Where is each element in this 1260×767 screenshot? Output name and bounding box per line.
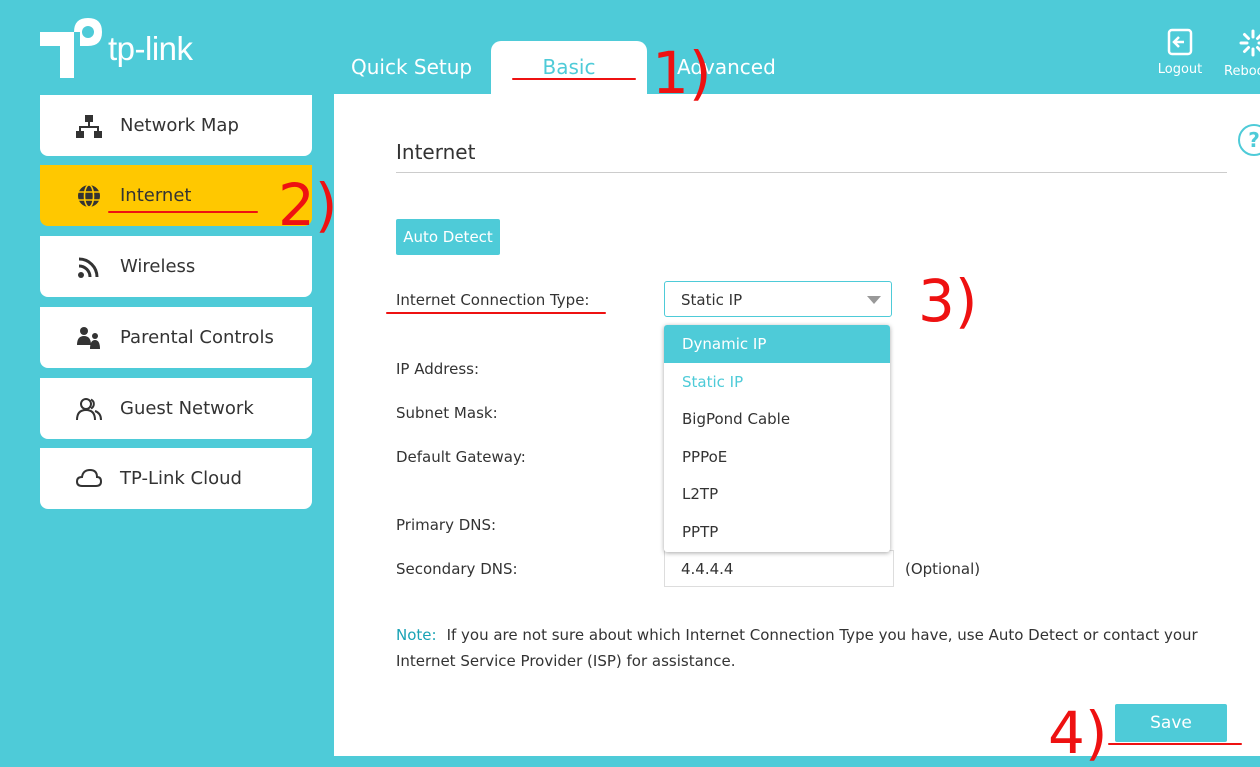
annotation-underline-connection-type [386,312,606,314]
note-label: Note: [396,626,437,644]
sidebar-item-tp-link-cloud[interactable]: TP-Link Cloud [40,448,312,509]
annotation-4: 4) [1048,704,1108,762]
sidebar-item-label: Internet [120,165,191,226]
primary-dns-label: Primary DNS: [396,516,496,534]
reboot-button[interactable]: Reboot [1224,28,1260,79]
sidebar-item-label: Guest Network [120,378,254,439]
tab-quick-setup[interactable]: Quick Setup [351,41,472,94]
sidebar-item-network-map[interactable]: Network Map [40,95,312,156]
main-content: ? Internet Auto Detect Internet Connecti… [334,94,1260,756]
sidebar-item-guest-network[interactable]: Guest Network [40,378,312,439]
annotation-underline-internet [108,211,258,213]
guest-users-icon [76,396,102,422]
connection-type-dropdown: Dynamic IP Static IP BigPond Cable PPPoE… [664,325,890,552]
cloud-icon [76,466,102,492]
secondary-dns-label: Secondary DNS: [396,560,518,578]
dropdown-arrow-icon [867,296,881,304]
sidebar-item-label: Wireless [120,236,195,297]
option-pptp[interactable]: PPTP [664,513,890,551]
save-button[interactable]: Save [1115,704,1227,742]
logout-label: Logout [1152,62,1208,77]
option-pppoe[interactable]: PPPoE [664,438,890,476]
note-text: If you are not sure about which Internet… [396,626,1198,670]
secondary-dns-input[interactable]: 4.4.4.4 [664,550,894,587]
help-icon[interactable]: ? [1238,124,1260,156]
sidebar-item-internet[interactable]: Internet [40,165,312,226]
annotation-3: 3) [918,272,978,330]
logout-icon [1167,28,1193,56]
ip-address-label: IP Address: [396,360,479,378]
tp-link-logo-icon [40,16,102,80]
parental-controls-icon [76,325,102,351]
logout-button[interactable]: Logout [1152,28,1208,77]
option-static-ip[interactable]: Static IP [664,363,890,401]
auto-detect-button[interactable]: Auto Detect [396,219,500,255]
brand-name: tp-link [108,30,193,68]
default-gateway-label: Default Gateway: [396,448,526,466]
reboot-label: Reboot [1224,64,1260,79]
sidebar-item-label: TP-Link Cloud [120,448,242,509]
sidebar-item-label: Network Map [120,95,239,156]
subnet-mask-label: Subnet Mask: [396,404,498,422]
connection-type-value: Static IP [681,282,742,318]
annotation-underline-basic [512,78,636,80]
annotation-1: 1) [652,44,712,102]
option-bigpond-cable[interactable]: BigPond Cable [664,400,890,438]
title-divider [396,172,1227,173]
connection-type-label: Internet Connection Type: [396,291,589,309]
reboot-icon [1238,28,1260,58]
wifi-icon [76,254,102,280]
option-l2tp[interactable]: L2TP [664,475,890,513]
tab-basic[interactable]: Basic [491,41,647,94]
annotation-underline-save [1108,743,1242,745]
note: Note:If you are not sure about which Int… [396,622,1226,674]
page-title: Internet [396,140,475,164]
sidebar-item-wireless[interactable]: Wireless [40,236,312,297]
annotation-2: 2) [278,176,338,234]
optional-label: (Optional) [905,560,980,578]
network-map-icon [76,113,102,139]
option-dynamic-ip[interactable]: Dynamic IP [664,325,890,363]
sidebar-item-label: Parental Controls [120,307,274,368]
tp-link-logo: tp-link [40,16,240,82]
sidebar-item-parental-controls[interactable]: Parental Controls [40,307,312,368]
connection-type-select[interactable]: Static IP [664,281,892,317]
globe-icon [76,183,102,209]
secondary-dns-value: 4.4.4.4 [681,551,733,587]
